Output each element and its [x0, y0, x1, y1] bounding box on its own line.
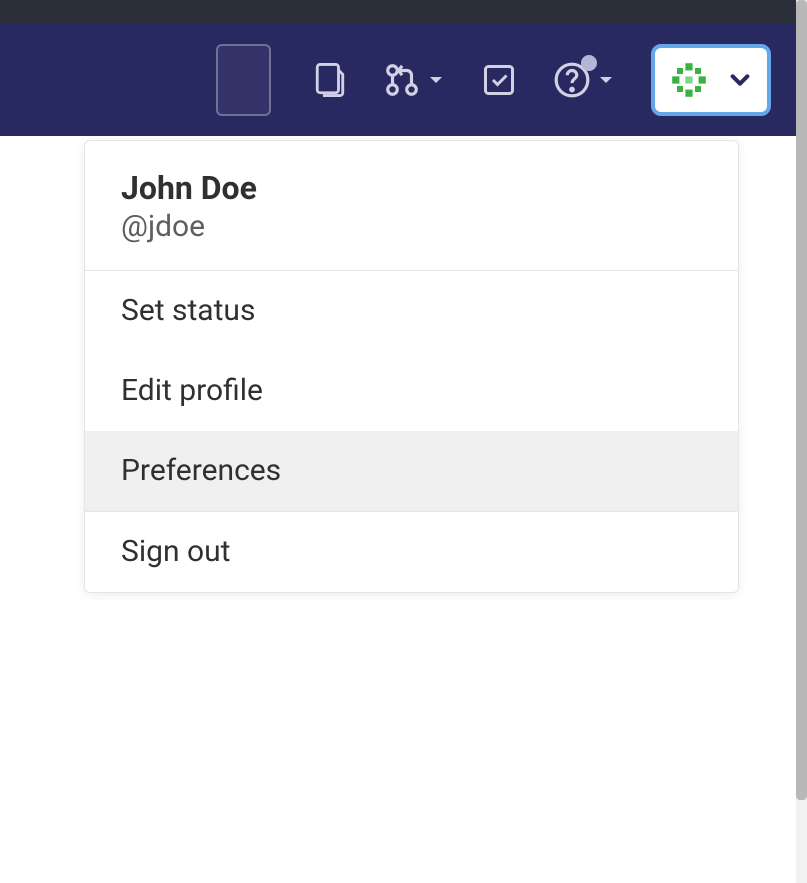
menu-item-sign-out[interactable]: Sign out — [85, 512, 738, 592]
menu-item-preferences[interactable]: Preferences — [85, 431, 738, 511]
top-navbar — [0, 24, 807, 136]
user-display-name: John Doe — [121, 169, 702, 207]
chevron-down-icon — [597, 71, 615, 89]
issues-link[interactable] — [313, 61, 347, 99]
avatar — [665, 56, 713, 104]
merge-requests-icon — [383, 61, 421, 99]
chevron-down-icon — [729, 69, 751, 91]
todos-link[interactable] — [481, 62, 517, 98]
nav-button-truncated[interactable] — [216, 44, 271, 116]
issues-icon — [313, 61, 347, 99]
dropdown-user-header: John Doe @jdoe — [85, 141, 738, 271]
scrollbar-track[interactable] — [796, 0, 807, 883]
notification-dot — [581, 55, 597, 71]
merge-requests-link[interactable] — [383, 61, 445, 99]
help-link[interactable] — [553, 61, 615, 99]
user-menu-button[interactable] — [651, 44, 771, 116]
scrollbar-thumb[interactable] — [796, 0, 807, 800]
menu-item-set-status[interactable]: Set status — [85, 271, 738, 351]
chevron-down-icon — [427, 71, 445, 89]
window-chrome-strip — [0, 0, 807, 24]
todos-icon — [481, 62, 517, 98]
user-handle: @jdoe — [121, 209, 702, 244]
menu-item-edit-profile[interactable]: Edit profile — [85, 351, 738, 431]
user-dropdown-menu: John Doe @jdoe Set status Edit profile P… — [84, 140, 739, 593]
